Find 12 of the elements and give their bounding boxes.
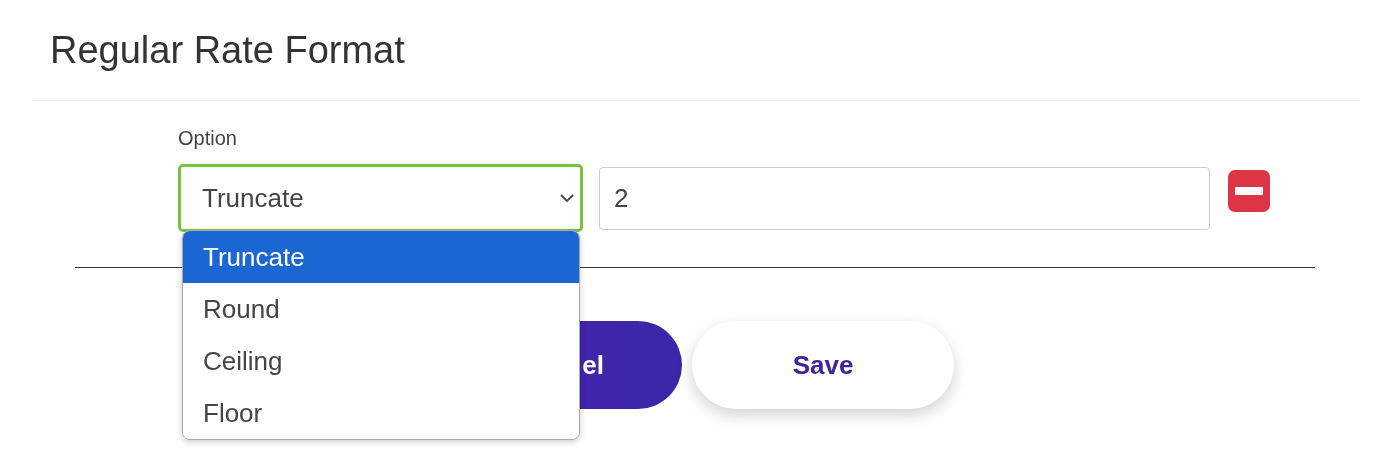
- secondary-button[interactable]: Save: [692, 321, 954, 409]
- dropdown-option[interactable]: Truncate: [183, 231, 579, 283]
- dropdown-option[interactable]: Round: [183, 283, 579, 335]
- dropdown-option[interactable]: Ceiling: [183, 335, 579, 387]
- chevron-down-icon: [560, 193, 574, 203]
- page-title: Regular Rate Format: [50, 28, 406, 73]
- dropdown-option[interactable]: Floor: [183, 387, 579, 439]
- option-select[interactable]: Truncate: [178, 164, 583, 232]
- minus-icon: [1235, 187, 1263, 195]
- field-label: Option: [178, 126, 238, 151]
- remove-button[interactable]: [1228, 170, 1270, 212]
- number-field[interactable]: 2: [599, 166, 1210, 230]
